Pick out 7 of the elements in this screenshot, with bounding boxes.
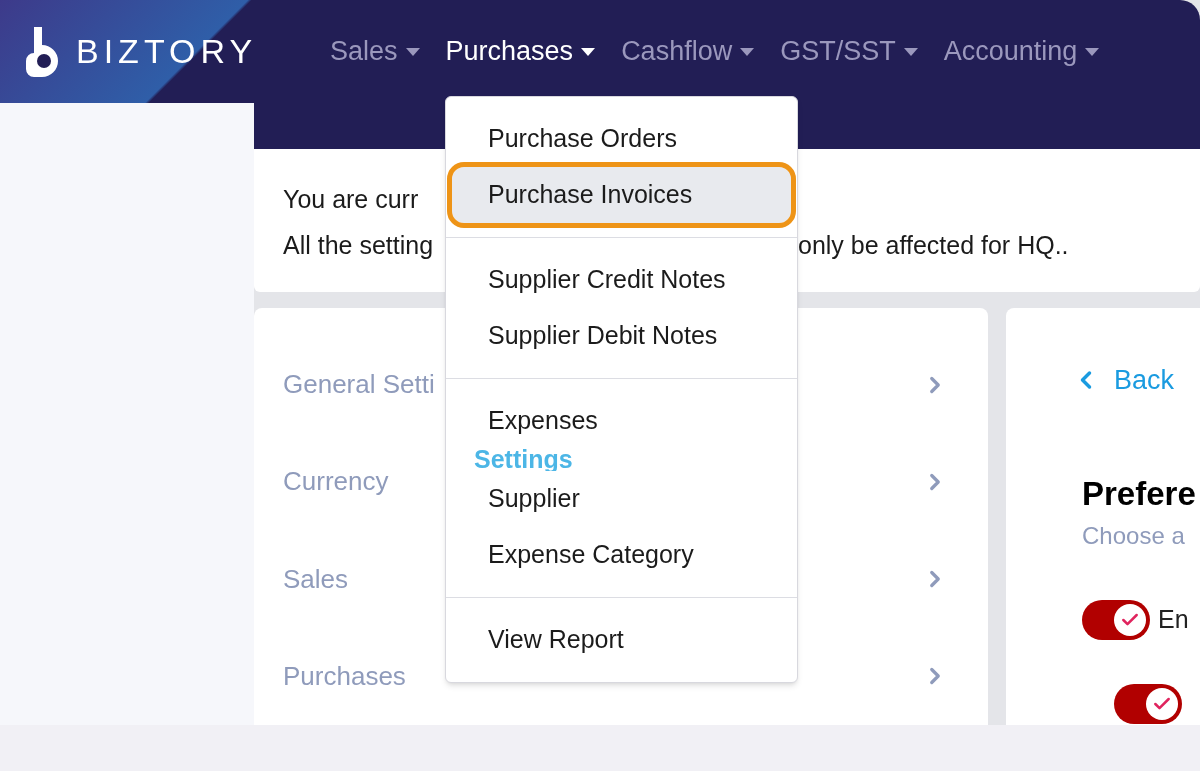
notice-text: You are curr: [283, 184, 419, 215]
notice-text: All the setting: [283, 229, 434, 261]
notice-text: only be affected for HQ..: [798, 229, 1069, 261]
toggle-label: En: [1158, 604, 1189, 636]
section-title: Prefere: [1082, 473, 1197, 514]
section-subtitle: Choose a: [1082, 521, 1185, 551]
logo-text: BIZTORY: [76, 31, 258, 72]
